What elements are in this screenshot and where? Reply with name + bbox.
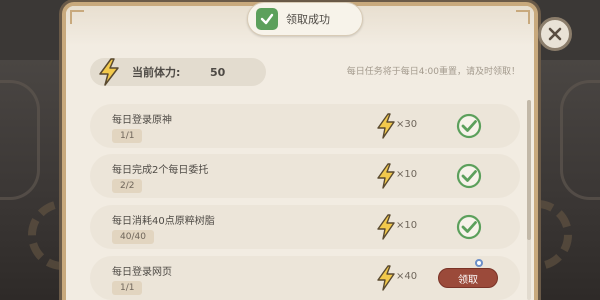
task-name: 每日消耗40点原粹树脂	[112, 216, 215, 227]
task-progress: 1/1	[112, 281, 143, 295]
stamina-value: 50	[210, 65, 226, 79]
background-arch-left	[0, 80, 40, 200]
task-progress: 40/40	[112, 230, 154, 244]
task-row: 每日消耗40点原粹树脂 40/40 ×10	[90, 205, 520, 249]
toast-message: 领取成功	[286, 13, 330, 26]
background-arch-right	[560, 80, 600, 200]
checkmark-icon	[256, 8, 278, 30]
lightning-icon	[375, 265, 397, 295]
panel-corner-ornament	[516, 10, 530, 24]
reward-amount: ×30	[396, 119, 418, 130]
reward-amount: ×10	[396, 220, 418, 231]
close-button[interactable]	[538, 17, 572, 51]
lightning-icon	[375, 214, 397, 244]
close-icon	[548, 27, 562, 41]
task-row: 每日登录网页 1/1 ×40 领取	[90, 256, 520, 300]
stamina-bar: 当前体力: 50	[90, 58, 266, 86]
panel-corner-ornament	[70, 10, 84, 24]
completed-check-icon	[456, 113, 482, 143]
lightning-icon	[96, 58, 122, 90]
reset-notice: 每日任务将于每日4:00重置，请及时领取！	[346, 67, 520, 77]
task-name: 每日登录网页	[112, 267, 172, 278]
completed-check-icon	[456, 214, 482, 244]
scrollbar[interactable]	[527, 100, 531, 300]
completed-check-icon	[456, 163, 482, 193]
task-progress: 2/2	[112, 179, 143, 193]
lightning-icon	[375, 163, 397, 193]
scrollbar-thumb[interactable]	[527, 100, 531, 240]
task-row: 每日完成2个每日委托 2/2 ×10	[90, 154, 520, 198]
task-name: 每日完成2个每日委托	[112, 165, 209, 176]
success-toast: 领取成功	[247, 2, 363, 36]
claim-button[interactable]: 领取	[438, 268, 498, 288]
reward-amount: ×40	[396, 271, 418, 282]
notification-dot	[475, 259, 483, 267]
task-name: 每日登录原神	[112, 115, 172, 126]
lightning-icon	[375, 113, 397, 143]
task-progress: 1/1	[112, 129, 143, 143]
task-row: 每日登录原神 1/1 ×30	[90, 104, 520, 148]
stamina-label: 当前体力:	[132, 66, 181, 79]
reward-amount: ×10	[396, 169, 418, 180]
